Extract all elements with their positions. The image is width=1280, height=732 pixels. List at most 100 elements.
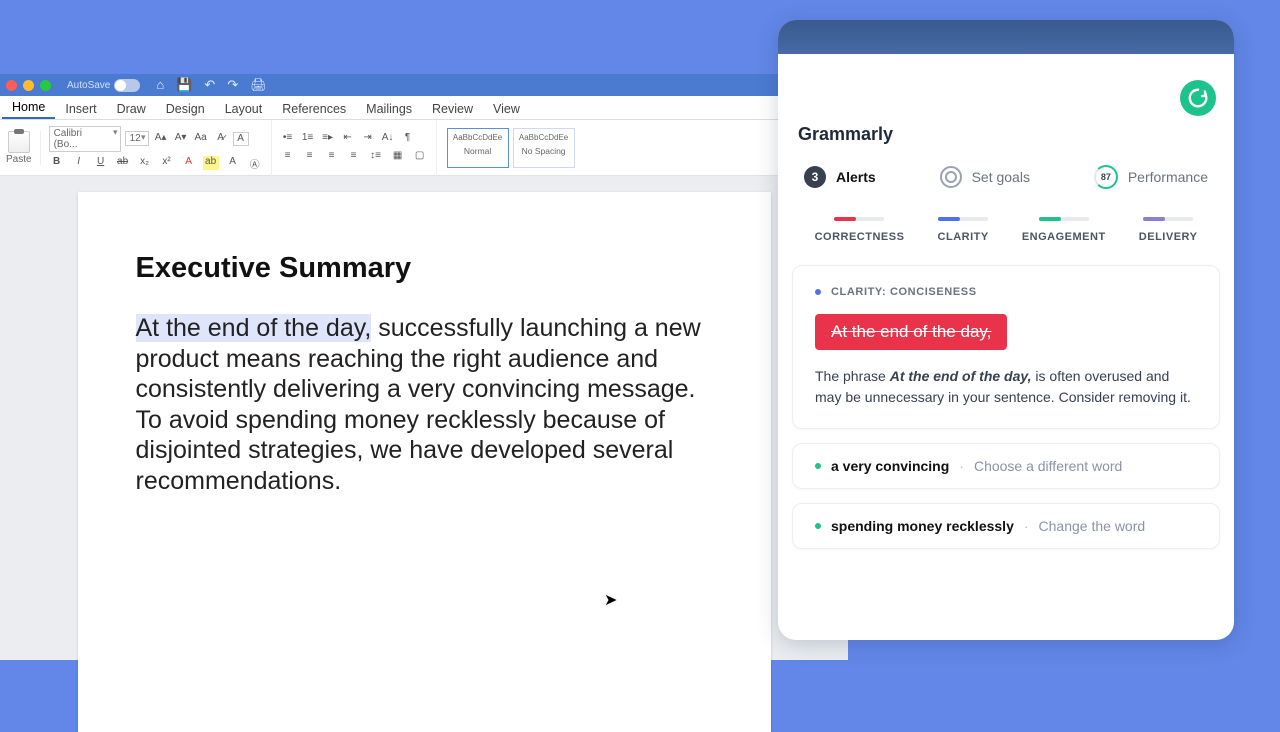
char-border-icon[interactable]: A [233, 132, 249, 146]
close-icon[interactable] [6, 80, 17, 91]
line-spacing-icon[interactable]: ↕≡ [368, 150, 384, 164]
suggestion-card-primary[interactable]: CLARITY: CONCISENESS At the end of the d… [792, 265, 1220, 429]
tab-references[interactable]: References [272, 99, 356, 119]
highlight-icon[interactable]: ab [203, 156, 219, 170]
doc-paragraph[interactable]: At the end of the day, successfully laun… [136, 313, 713, 496]
align-left-icon[interactable]: ≡ [280, 150, 296, 164]
paragraph-group: •≡ 1≡ ≡▸ ⇤ ⇥ A↓ ¶ ≡ ≡ ≡ ≡ ↕≡ ▦ ▢ [276, 120, 437, 176]
styles-group: AaBbCcDdEe Normal AaBbCcDdEe No Spacing [441, 120, 581, 176]
cat-delivery[interactable]: DELIVERY [1139, 217, 1198, 243]
increase-font-icon[interactable]: A▴ [153, 132, 169, 146]
underline-button[interactable]: U [93, 156, 109, 170]
suggestion-card[interactable]: a very convincing · Choose a different w… [792, 443, 1220, 489]
separator: · [959, 458, 964, 474]
tab-set-goals[interactable]: Set goals [940, 165, 1030, 189]
performance-label: Performance [1128, 169, 1208, 185]
alerts-label: Alerts [836, 169, 876, 185]
autosave-toggle[interactable]: AutoSave [67, 79, 140, 92]
page[interactable]: Executive Summary At the end of the day,… [78, 192, 771, 732]
align-center-icon[interactable]: ≡ [302, 150, 318, 164]
ribbon: Paste Calibri (Bo... 12 A▴ A▾ Aa A̷ A B … [0, 120, 848, 176]
performance-score-ring: 87 [1094, 165, 1118, 189]
tab-alerts[interactable]: 3 Alerts [804, 165, 876, 189]
tab-view[interactable]: View [483, 99, 530, 119]
panel-tabs: 3 Alerts Set goals 87 Performance [778, 145, 1234, 189]
font-name-select[interactable]: Calibri (Bo... [49, 126, 121, 152]
redo-icon[interactable]: ↷ [227, 77, 238, 93]
remove-phrase-chip[interactable]: At the end of the day, [815, 314, 1007, 350]
paste-label: Paste [6, 154, 32, 165]
bold-button[interactable]: B [49, 156, 65, 170]
tab-mailings[interactable]: Mailings [356, 99, 422, 119]
text-effects-icon[interactable]: A [225, 156, 241, 170]
paste-icon[interactable] [8, 131, 30, 153]
font-group: Calibri (Bo... 12 A▴ A▾ Aa A̷ A B I U ab… [45, 120, 272, 176]
justify-icon[interactable]: ≡ [346, 150, 362, 164]
cat-correctness[interactable]: CORRECTNESS [815, 217, 905, 243]
dot-icon [815, 463, 821, 469]
borders-icon[interactable]: ▢ [412, 150, 428, 164]
tab-insert[interactable]: Insert [55, 99, 106, 119]
decrease-font-icon[interactable]: A▾ [173, 132, 189, 146]
style-name-no-spacing: No Spacing [514, 146, 574, 156]
toggle-icon[interactable] [114, 79, 140, 92]
autosave-label: AutoSave [67, 80, 110, 91]
home-icon[interactable]: ⌂ [156, 77, 164, 93]
alerts-count-badge: 3 [804, 166, 826, 188]
style-name-normal: Normal [448, 146, 508, 156]
clipboard-group: Paste [6, 131, 41, 165]
word-window: AutoSave ⌂ 💾 ↶ ↷ 🖨 Home Insert Draw Desi… [0, 74, 848, 660]
style-sample: AaBbCcDdEe [519, 133, 568, 142]
tab-draw[interactable]: Draw [107, 99, 156, 119]
maximize-icon[interactable] [40, 80, 51, 91]
increase-indent-icon[interactable]: ⇥ [360, 132, 376, 146]
tab-layout[interactable]: Layout [215, 99, 273, 119]
subscript-button[interactable]: x₂ [137, 156, 153, 170]
tab-performance[interactable]: 87 Performance [1094, 165, 1208, 189]
word-titlebar: AutoSave ⌂ 💾 ↶ ↷ 🖨 [0, 74, 848, 96]
snippet-text: spending money recklessly [831, 518, 1014, 534]
strike-button[interactable]: ab [115, 156, 131, 170]
numbering-icon[interactable]: 1≡ [300, 132, 316, 146]
tab-home[interactable]: Home [2, 97, 55, 119]
grammarly-logo-icon[interactable] [1180, 80, 1216, 116]
minimize-icon[interactable] [23, 80, 34, 91]
save-icon[interactable]: 💾 [176, 77, 192, 93]
shading-icon[interactable]: ▦ [390, 150, 406, 164]
action-hint: Change the word [1039, 518, 1146, 534]
document-area: Executive Summary At the end of the day,… [0, 176, 848, 660]
highlighted-phrase: At the end of the day, [136, 314, 372, 342]
quick-access-toolbar: ⌂ 💾 ↶ ↷ 🖨 [156, 77, 266, 93]
card-tag: CLARITY: CONCISENESS [815, 286, 1197, 298]
target-icon [940, 166, 962, 188]
font-color-icon[interactable]: A [181, 156, 197, 170]
suggestion-list: CLARITY: CONCISENESS At the end of the d… [778, 265, 1234, 549]
circled-a-icon[interactable]: Ⓐ [247, 156, 263, 170]
cat-clarity[interactable]: CLARITY [938, 217, 989, 243]
bullets-icon[interactable]: •≡ [280, 132, 296, 146]
show-marks-icon[interactable]: ¶ [400, 132, 416, 146]
snippet-text: a very convincing [831, 458, 949, 474]
italic-button[interactable]: I [71, 156, 87, 170]
category-bar: CORRECTNESS CLARITY ENGAGEMENT DELIVERY [778, 189, 1234, 265]
style-no-spacing[interactable]: AaBbCcDdEe No Spacing [513, 128, 575, 168]
cat-engagement[interactable]: ENGAGEMENT [1022, 217, 1106, 243]
print-icon[interactable]: 🖨 [250, 77, 267, 93]
decrease-indent-icon[interactable]: ⇤ [340, 132, 356, 146]
tab-review[interactable]: Review [422, 99, 483, 119]
ribbon-tabs: Home Insert Draw Design Layout Reference… [0, 96, 848, 120]
card-explanation: The phrase At the end of the day, is oft… [815, 366, 1197, 408]
tab-design[interactable]: Design [156, 99, 215, 119]
suggestion-card[interactable]: spending money recklessly · Change the w… [792, 503, 1220, 549]
dot-icon [815, 523, 821, 529]
panel-header-bar [778, 20, 1234, 54]
sort-icon[interactable]: A↓ [380, 132, 396, 146]
font-size-select[interactable]: 12 [125, 131, 149, 146]
undo-icon[interactable]: ↶ [204, 77, 215, 93]
style-normal[interactable]: AaBbCcDdEe Normal [447, 128, 509, 168]
multilevel-icon[interactable]: ≡▸ [320, 132, 336, 146]
clear-format-icon[interactable]: A̷ [213, 132, 229, 146]
align-right-icon[interactable]: ≡ [324, 150, 340, 164]
change-case-icon[interactable]: Aa [193, 132, 209, 146]
superscript-button[interactable]: x² [159, 156, 175, 170]
